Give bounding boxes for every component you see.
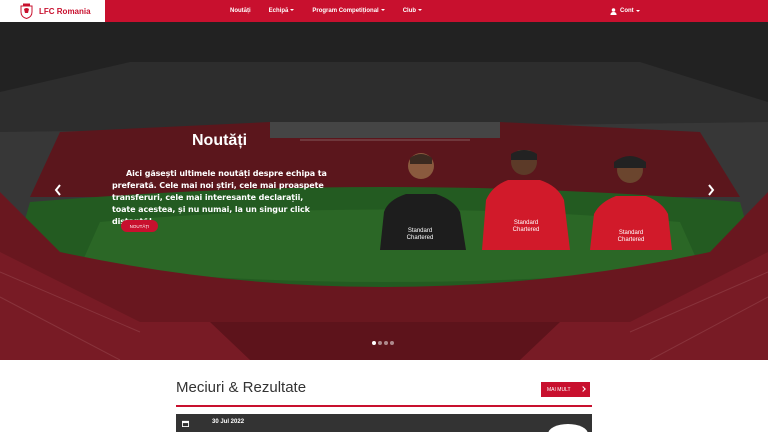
- nav-item-label: Noutăți: [230, 8, 251, 14]
- more-results-button[interactable]: MAI MULT: [541, 382, 590, 397]
- results-section-title: Meciuri & Rezultate: [176, 379, 307, 396]
- chevron-right-small-icon: [580, 386, 586, 392]
- svg-text:Chartered: Chartered: [513, 227, 540, 233]
- nav-item-label: Program Competițional: [312, 8, 379, 14]
- hero-description: Aici găsești ultimele noutăți despre ech…: [112, 169, 327, 226]
- hero-carousel: Standard Chartered Standard Chartered St…: [0, 22, 768, 360]
- nav-item-label: Club: [402, 8, 417, 14]
- lfc-crest-icon: [20, 3, 33, 19]
- top-navbar: LFC Romania Noutăți Echipă Program Compe…: [0, 0, 768, 22]
- more-button-label: MAI MULT: [547, 386, 571, 393]
- account-menu[interactable]: Cont: [610, 0, 640, 22]
- carousel-indicator[interactable]: [378, 341, 382, 345]
- main-nav: Noutăți Echipă Program Competițional Clu…: [230, 0, 440, 22]
- svg-text:Chartered: Chartered: [407, 235, 434, 241]
- caret-down-icon: [290, 9, 295, 12]
- competition-logo: [548, 424, 588, 444]
- match-card-header: 30 Jul 2022: [176, 414, 592, 444]
- svg-text:Chartered: Chartered: [618, 237, 645, 243]
- carousel-indicator[interactable]: [384, 341, 388, 345]
- players-image: Standard Chartered Standard Chartered St…: [380, 150, 672, 250]
- brand-link[interactable]: LFC Romania: [0, 0, 105, 22]
- hero-title: Noutăți: [192, 132, 248, 149]
- caret-down-icon: [380, 9, 385, 12]
- svg-text:Standard: Standard: [408, 228, 432, 234]
- caret-down-icon: [418, 9, 423, 12]
- chevron-left-icon: [54, 184, 61, 196]
- nav-item-program[interactable]: Program Competițional: [312, 8, 385, 14]
- svg-text:Standard: Standard: [514, 220, 538, 226]
- section-divider: [176, 405, 592, 407]
- carousel-indicators: [372, 341, 396, 345]
- carousel-next-button[interactable]: [704, 182, 718, 198]
- user-icon: [610, 7, 617, 15]
- account-label: Cont: [620, 8, 634, 14]
- caret-down-icon: [635, 10, 640, 12]
- match-date: 30 Jul 2022: [212, 419, 245, 425]
- chevron-right-icon: [708, 184, 715, 196]
- news-button[interactable]: NOUTĂȚI: [121, 220, 158, 232]
- carousel-indicator[interactable]: [372, 341, 376, 345]
- carousel-indicator[interactable]: [390, 341, 394, 345]
- nav-item-label: Echipă: [268, 8, 289, 14]
- svg-text:Standard: Standard: [619, 230, 643, 236]
- calendar-icon: [182, 420, 189, 427]
- nav-item-echipa[interactable]: Echipă: [269, 8, 295, 14]
- carousel-prev-button[interactable]: [51, 182, 65, 198]
- brand-name: LFC Romania: [39, 6, 91, 16]
- nav-item-noutati[interactable]: Noutăți: [230, 8, 251, 14]
- nav-item-club[interactable]: Club: [402, 8, 423, 14]
